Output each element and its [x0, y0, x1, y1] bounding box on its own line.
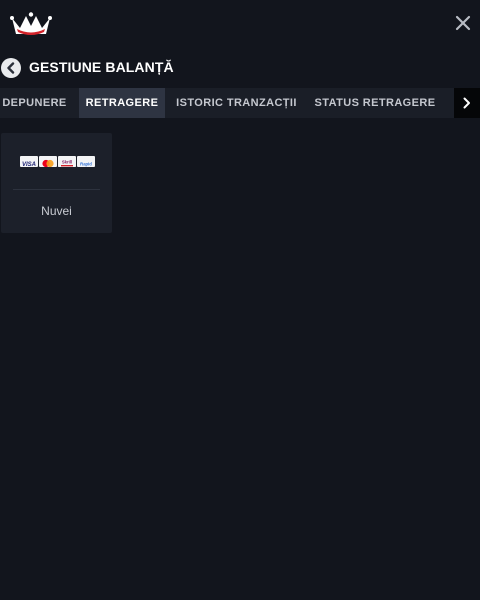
- chevron-right-icon: [463, 97, 470, 109]
- crown-logo-icon[interactable]: [10, 12, 52, 38]
- visa-icon: VISA: [20, 156, 38, 167]
- tab-bar: DEPUNERE RETRAGERE ISTORIC TRANZACȚII ST…: [0, 88, 480, 118]
- svg-text:Rapid: Rapid: [80, 162, 92, 167]
- page-title: GESTIUNE BALANȚĂ: [29, 59, 174, 75]
- tabs-scroll-right-button[interactable]: [454, 88, 480, 118]
- payment-method-label: Nuvei: [41, 204, 72, 218]
- svg-text:VISA: VISA: [22, 162, 36, 167]
- rapid-transfer-icon: Rapid: [77, 156, 95, 167]
- back-button[interactable]: [1, 58, 21, 78]
- payment-logos: VISA Skrill Rapid: [20, 156, 96, 167]
- close-icon[interactable]: [454, 14, 472, 32]
- page-header: GESTIUNE BALANȚĂ: [0, 56, 300, 80]
- tab-istoric-tranzactii[interactable]: ISTORIC TRANZACȚII: [170, 88, 303, 118]
- tab-status-retragere[interactable]: STATUS RETRAGERE: [311, 88, 439, 118]
- mastercard-icon: [39, 156, 57, 167]
- svg-text:Skrill: Skrill: [62, 160, 72, 165]
- card-divider: [13, 189, 100, 190]
- top-bar: [0, 0, 480, 50]
- chevron-left-icon: [7, 62, 15, 74]
- payment-method-card-nuvei[interactable]: VISA Skrill Rapid Nuvei: [1, 133, 112, 233]
- tab-retragere[interactable]: RETRAGERE: [79, 88, 165, 118]
- skrill-icon: Skrill: [58, 156, 76, 167]
- tab-depunere[interactable]: DEPUNERE: [0, 88, 69, 118]
